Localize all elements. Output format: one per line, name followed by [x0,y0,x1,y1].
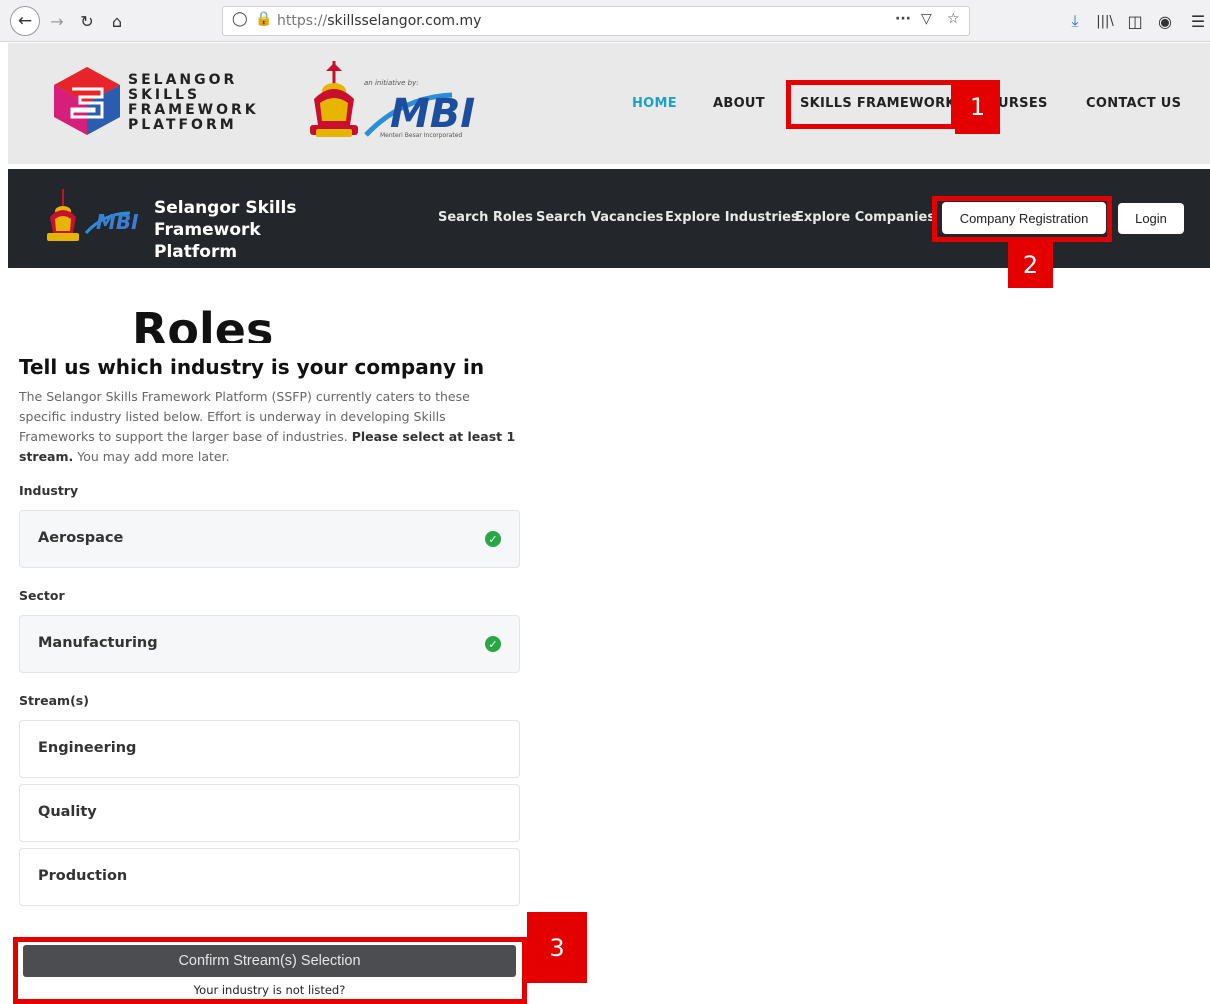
shield-icon[interactable]: ◯ [232,11,248,27]
logo-line: SELANGOR [128,72,238,88]
mbi-subtitle: Menteri Besar Incorporated [380,132,463,139]
selangor-crest-icon [47,189,79,241]
download-icon[interactable]: ⤓ [1066,8,1084,34]
annotation-label-2: 2 [1008,242,1053,288]
mbi-logo-text: MBI [96,210,139,234]
annotation-box-2 [932,196,1112,242]
stream-option-quality[interactable]: Quality [19,784,520,842]
site-header: SELANGOR SKILLS FRAMEWORK PLATFORM an in… [8,43,1210,164]
selangor-crest-icon [310,61,358,137]
star-icon[interactable]: ☆ [947,11,960,27]
home-icon[interactable]: ⌂ [106,8,128,34]
logo-line: SKILLS [128,87,201,103]
url-text[interactable]: https://skillsselangor.com.my [277,13,481,29]
nav-courses[interactable]: URSES [998,96,1048,111]
description-text: You may add more later. [77,449,230,464]
streams-label: Stream(s) [19,693,89,708]
back-icon[interactable]: ← [10,6,40,36]
pocket-icon[interactable]: ▽ [921,11,932,27]
menu-icon[interactable]: ☰ [1188,8,1208,34]
account-icon[interactable]: ◉ [1154,8,1176,34]
mbi-logo-text: MBI [390,91,475,137]
url-prefix: https:// [277,13,328,29]
nav-explore-industries[interactable]: Explore Industries [665,210,799,225]
panel-description: The Selangor Skills Framework Platform (… [19,387,519,467]
nav-explore-companies[interactable]: Explore Companies [795,210,935,225]
annotation-label-1: 1 [955,80,1000,134]
ssfp-logo-icon[interactable] [52,65,122,137]
stream-option-production[interactable]: Production [19,848,520,906]
annotation-box-3 [13,937,527,1004]
option-label: Manufacturing [38,635,158,651]
option-label: Aerospace [38,530,124,546]
mbi-logo-icon: MBI [84,210,139,235]
nav-search-vacancies[interactable]: Search Vacancies [536,210,663,225]
sector-option-manufacturing[interactable]: Manufacturing ✓ [19,615,520,673]
panel-title: Tell us which industry is your company i… [19,355,485,379]
option-label: Quality [38,804,97,820]
reload-icon[interactable]: ↻ [78,8,96,34]
logo-line: PLATFORM [128,117,237,133]
more-icon[interactable]: ··· [895,11,911,27]
check-icon: ✓ [485,636,501,652]
lock-icon[interactable]: 🔒 [255,11,272,27]
page-title: Roles [132,303,274,344]
sidebar-icon[interactable]: ◫ [1124,8,1146,34]
logo-line: FRAMEWORK [128,102,259,118]
ssfp-logo-text: SELANGOR SKILLS FRAMEWORK PLATFORM [128,73,259,133]
industry-label: Industry [19,483,79,498]
check-icon: ✓ [485,531,501,547]
industry-option-aerospace[interactable]: Aerospace ✓ [19,510,520,568]
brand-title-line: Selangor Skills Framework [154,198,297,240]
option-label: Production [38,868,128,884]
nav-home[interactable]: HOME [632,96,677,111]
option-label: Engineering [38,740,137,756]
nav-search-roles[interactable]: Search Roles [438,210,533,225]
nav-contact-us[interactable]: CONTACT US [1086,96,1181,111]
annotation-label-3: 3 [527,912,587,983]
nav-about[interactable]: ABOUT [713,96,765,111]
sector-label: Sector [19,588,65,603]
industry-selection-panel: Tell us which industry is your company i… [0,343,540,1004]
forward-icon[interactable]: → [48,8,66,34]
stream-option-engineering[interactable]: Engineering [19,720,520,778]
library-icon[interactable]: |||\ [1094,8,1116,34]
browser-toolbar: ← → ↻ ⌂ ◯ 🔒 https://skillsselangor.com.m… [0,0,1210,42]
brand-title-line: Platform [154,242,238,262]
brand-title[interactable]: Selangor Skills Framework Platform [154,197,404,263]
url-domain: skillsselangor.com.my [327,13,482,29]
login-button[interactable]: Login [1118,203,1184,234]
annotation-box-1 [786,80,956,129]
url-bar[interactable]: ◯ 🔒 https://skillsselangor.com.my ··· ▽ … [222,6,970,36]
